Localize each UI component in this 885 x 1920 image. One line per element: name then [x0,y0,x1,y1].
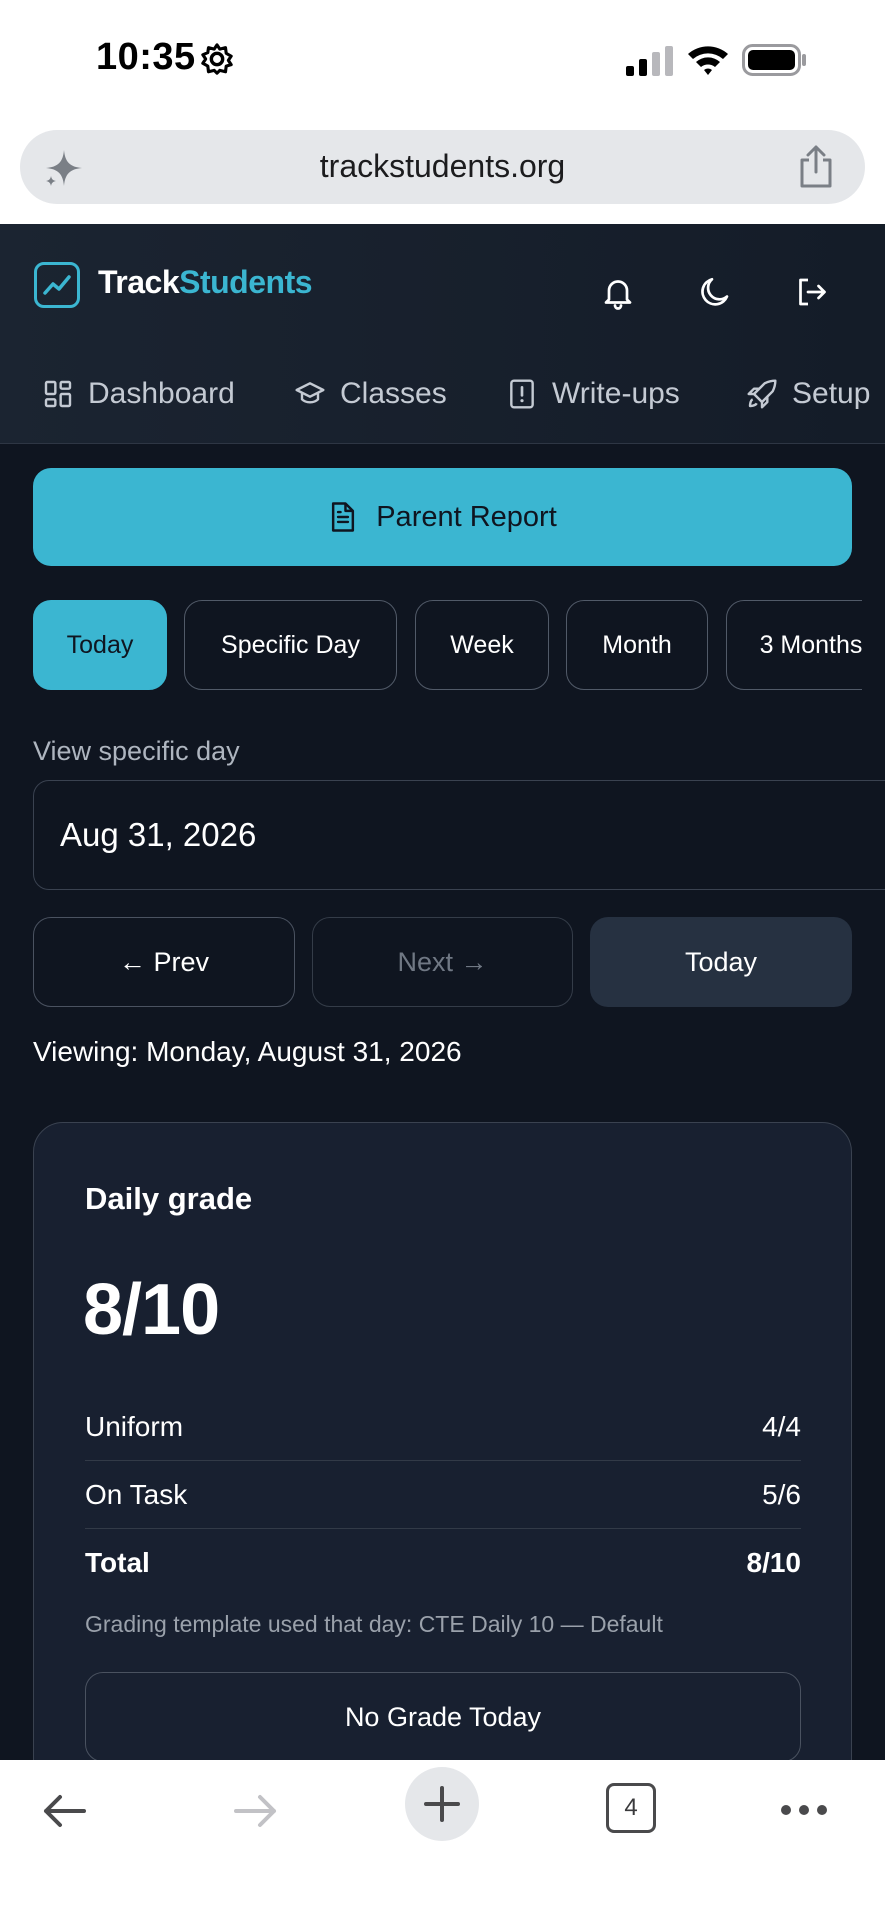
graduation-cap-icon [295,382,325,404]
address-bar[interactable]: trackstudents.org [20,130,865,204]
grade-score: 8/10 [83,1270,220,1350]
sparkle-icon[interactable] [44,148,84,188]
nav-setup[interactable]: Setup [746,354,870,434]
card-title: Daily grade [85,1181,253,1216]
logout-icon[interactable] [793,274,829,310]
logo-icon[interactable] [34,262,80,308]
gear-icon [201,43,233,75]
today-button[interactable]: Today [590,917,852,1007]
document-icon [332,502,355,532]
grid-icon [44,380,72,408]
logo-text[interactable]: TrackStudents [98,264,313,301]
tab-month[interactable]: Month [566,600,708,690]
logo-text-track: Track [98,264,180,300]
browser-toolbar: 4 [0,1760,885,1920]
battery-icon [742,44,806,76]
nav-label: Setup [792,377,871,410]
grade-row-total: Total 8/10 [85,1529,801,1597]
nav-label: Dashboard [88,377,235,410]
moon-icon[interactable] [697,274,733,310]
grade-row-on-task: On Task 5/6 [85,1461,801,1529]
parent-report-button[interactable]: Parent Report [33,468,852,566]
bell-icon[interactable] [600,274,636,310]
app-header: TrackStudents Dashboard Classes Write-up… [0,224,885,444]
signal-icon [626,46,673,76]
new-tab-button[interactable] [405,1767,479,1841]
row-label: On Task [85,1478,188,1510]
row-label: Uniform [85,1410,184,1442]
nav-classes[interactable]: Classes [294,354,447,434]
row-value: 4/4 [762,1410,801,1442]
viewing-date-text: Viewing: Monday, August 31, 2026 [33,1036,462,1067]
tab-week[interactable]: Week [415,600,549,690]
prev-button[interactable]: ← Prev [33,917,295,1007]
range-tabs: Today Specific Day Week Month 3 Months [0,600,862,692]
rocket-icon [747,379,777,409]
main-nav: Dashboard Classes Write-ups Setup [0,354,885,434]
app-content: TrackStudents Dashboard Classes Write-up… [0,224,885,1760]
share-icon[interactable] [796,144,836,188]
next-button[interactable]: Next → [312,917,573,1007]
tabs-button[interactable]: 4 [606,1783,656,1833]
row-label: Total [85,1547,150,1578]
specific-day-label: View specific day [33,736,240,766]
plus-icon [424,1786,460,1822]
more-icon[interactable] [778,1790,830,1830]
nav-dashboard[interactable]: Dashboard [42,354,235,434]
forward-arrow-icon[interactable] [230,1786,280,1836]
wifi-icon [688,46,728,75]
nav-write-ups[interactable]: Write-ups [506,354,680,434]
back-arrow-icon[interactable] [40,1786,90,1836]
row-value: 8/10 [746,1547,802,1578]
tab-specific-day[interactable]: Specific Day [184,600,397,690]
status-bar: 10:35 [0,0,885,120]
logo-text-students: Students [179,264,313,300]
url-text[interactable]: trackstudents.org [20,148,865,185]
alert-file-icon [510,379,534,409]
status-time: 10:35 [96,36,196,78]
parent-report-label: Parent Report [376,500,557,533]
date-field[interactable]: Aug 31, 2026 [33,780,885,890]
tab-3-months[interactable]: 3 Months [726,600,862,690]
no-grade-button[interactable]: No Grade Today [85,1672,801,1760]
tab-today[interactable]: Today [33,600,167,690]
grade-row-uniform: Uniform 4/4 [85,1393,801,1461]
row-value: 5/6 [762,1478,801,1510]
daily-grade-card: Daily grade 8/10 Uniform 4/4 On Task 5/6… [33,1122,852,1760]
nav-label: Write-ups [552,377,680,410]
nav-label: Classes [340,377,447,410]
template-note: Grading template used that day: CTE Dail… [85,1611,663,1637]
